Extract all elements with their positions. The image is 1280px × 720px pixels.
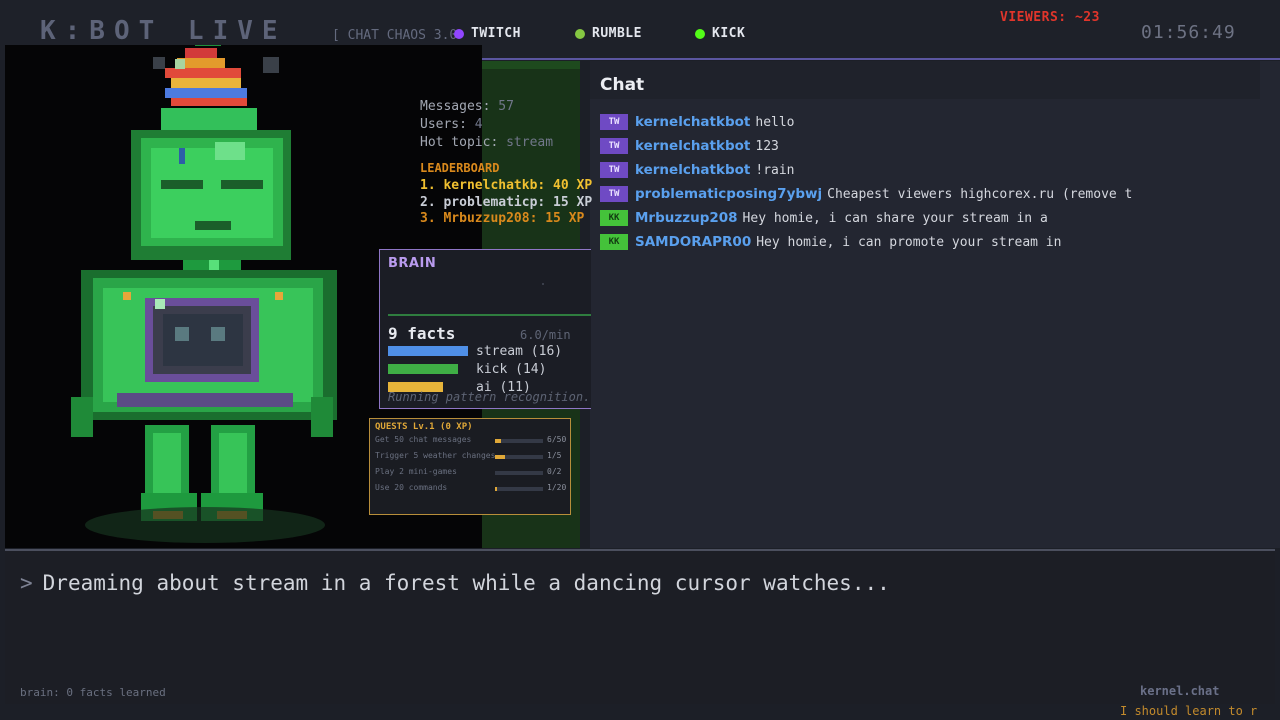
topic-bar: [388, 346, 468, 356]
chat-message: TW kernelchatkbot !rain: [600, 162, 1270, 178]
quest-label: Trigger 5 weather changes: [375, 451, 496, 460]
chat-text: Hey homie, i can share your stream in a: [742, 210, 1048, 226]
quest-count: 1/20: [547, 483, 567, 492]
topic-bar: [388, 364, 458, 374]
quest-item: Use 20 commands 1/20: [375, 483, 567, 495]
chat-text: hello: [755, 114, 795, 130]
topic-label: kick (14): [476, 361, 547, 377]
quest-progress-track: [495, 487, 543, 491]
brain-topic-row: kick (14): [388, 362, 546, 377]
messages-label: Messages:: [420, 99, 491, 114]
chat-stats: Messages: 57 Users: 4 Hot topic: stream: [420, 98, 553, 152]
leaderboard-row: 3. Mrbuzzup208: 15 XP: [420, 211, 585, 226]
clock: 01:56:49: [1141, 22, 1236, 43]
platform-badge: TW: [600, 138, 628, 154]
brain-divider: [388, 314, 591, 316]
chat-text: !rain: [755, 162, 795, 178]
quest-count: 0/2: [547, 467, 562, 476]
quests-title: QUESTS Lv.1 (0 XP): [375, 422, 473, 432]
quest-label: Get 50 chat messages: [375, 435, 472, 444]
chat-message: TW kernelchatkbot hello: [600, 114, 1270, 130]
brain-speck: [542, 283, 544, 285]
quest-count: 6/50: [547, 435, 567, 444]
narration-line: > Dreaming about stream in a forest while…: [20, 571, 890, 595]
chat-text: 123: [755, 138, 779, 154]
leaderboard-title: LEADERBOARD: [420, 161, 500, 175]
kick-dot-icon: [695, 28, 705, 39]
brand-title: K:BOT LIVE: [40, 16, 287, 46]
chat-title: Chat: [600, 75, 645, 95]
leaderboard-row: 1. kernelchatkb: 40 XP: [420, 178, 593, 193]
brain-topic-row: stream (16): [388, 344, 562, 359]
prompt-caret-icon: >: [20, 571, 33, 595]
quest-progress-fill: [495, 439, 501, 443]
users-value: 4: [474, 117, 483, 132]
quest-progress-fill: [495, 487, 497, 491]
rumble-dot-icon: [575, 28, 585, 39]
facts-rate: 6.0/min: [520, 328, 571, 342]
chat-green-edge: [482, 61, 580, 69]
chat-message: KK Mrbuzzup208 Hey homie, i can share your…: [600, 210, 1270, 226]
hot-topic-value: stream: [506, 135, 554, 150]
chat-text: Hey homie, i can promote your stream in: [756, 234, 1062, 250]
brain-footer-status: brain: 0 facts learned: [20, 686, 166, 699]
quest-progress-track: [495, 471, 543, 475]
platform-badge: KK: [600, 234, 628, 250]
quest-progress-fill: [495, 455, 505, 459]
quest-item: Get 50 chat messages 6/50: [375, 435, 567, 447]
quest-label: Use 20 commands: [375, 483, 448, 492]
chat-username[interactable]: problematicposing7ybwj: [635, 186, 822, 202]
chat-panel: [590, 61, 1280, 548]
twitch-dot-icon: [454, 28, 464, 39]
messages-value: 57: [498, 99, 514, 114]
chat-username[interactable]: kernelchatkbot: [635, 138, 750, 154]
chat-message: KK SAMDORAPR00 Hey homie, i can promote yo…: [600, 234, 1270, 250]
quest-count: 1/5: [547, 451, 562, 460]
quest-label: Play 2 mini-games: [375, 467, 457, 476]
facts-count: 9 facts: [388, 324, 456, 343]
narration-text: Dreaming about stream in a forest while …: [42, 571, 890, 595]
users-label: Users:: [420, 117, 467, 132]
platform-label: KICK: [712, 26, 746, 41]
site-link[interactable]: kernel.chat: [1140, 684, 1219, 698]
chat-message: TW problematicposing7ybwj Cheapest viewers…: [600, 186, 1270, 202]
chat-username[interactable]: kernelchatkbot: [635, 114, 750, 130]
chaos-label: [ CHAT CHAOS 3.0: [332, 28, 458, 43]
brain-panel: BRAIN 9 facts 6.0/min stream (16) kick (1…: [379, 249, 591, 409]
quest-item: Trigger 5 weather changes 1/5: [375, 451, 567, 463]
platform-badge: TW: [600, 186, 628, 202]
platform-badge: TW: [600, 114, 628, 130]
platform-badge: KK: [600, 210, 628, 226]
brain-status-text: Running pattern recognition...: [388, 390, 591, 404]
top-divider: [482, 58, 1280, 60]
chat-message: TW kernelchatkbot 123: [600, 138, 1270, 154]
leaderboard-row: 2. problematicp: 15 XP: [420, 195, 593, 210]
quest-progress-track: [495, 455, 543, 459]
platform-rumble: RUMBLE: [575, 26, 642, 41]
chat-header: [590, 61, 1260, 99]
chat-text: Cheapest viewers highcorex.ru (remove t: [827, 186, 1133, 202]
brain-title: BRAIN: [388, 256, 437, 271]
chat-username[interactable]: kernelchatkbot: [635, 162, 750, 178]
thought-ticker: I should learn to r: [1120, 704, 1258, 718]
chat-username[interactable]: SAMDORAPR00: [635, 234, 751, 250]
quests-panel: QUESTS Lv.1 (0 XP) Get 50 chat messages 6…: [369, 418, 571, 515]
viewer-count: VIEWERS: ~23: [1000, 10, 1100, 25]
topic-label: stream (16): [476, 343, 563, 359]
platform-twitch: TWITCH: [454, 26, 521, 41]
platform-kick: KICK: [695, 26, 745, 41]
platform-label: RUMBLE: [592, 26, 642, 41]
platform-label: TWITCH: [471, 26, 521, 41]
chat-username[interactable]: Mrbuzzup208: [635, 210, 738, 226]
quest-item: Play 2 mini-games 0/2: [375, 467, 567, 479]
hot-topic-label: Hot topic:: [420, 135, 499, 150]
quest-progress-track: [495, 439, 543, 443]
platform-badge: TW: [600, 162, 628, 178]
